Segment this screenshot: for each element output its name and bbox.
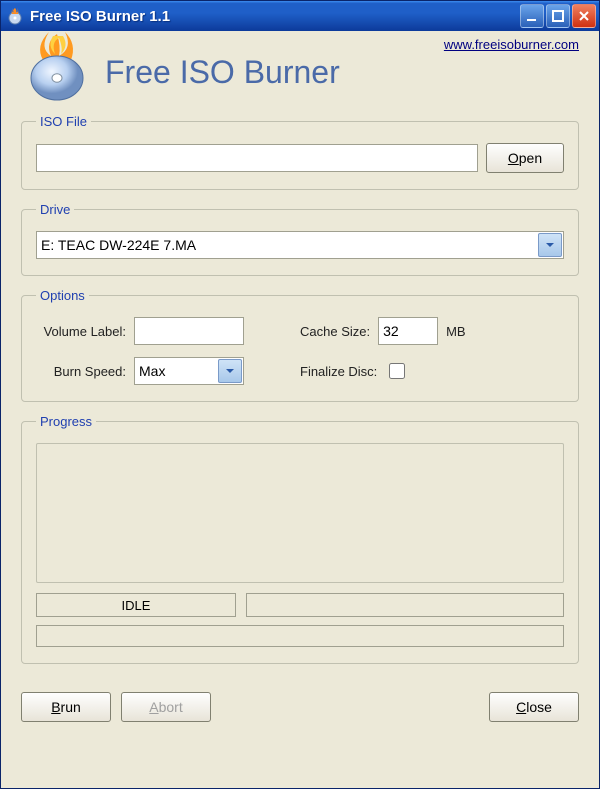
app-window: Free ISO Burner 1.1 www.freeisoburner.co… [0,0,600,789]
drive-group: Drive E: TEAC DW-224E 7.MA [21,202,579,276]
progress-legend: Progress [36,414,96,429]
abort-button: Abort [121,692,211,722]
open-button[interactable]: Open [486,143,564,173]
options-legend: Options [36,288,89,303]
app-icon [6,7,24,25]
cache-size-input[interactable] [378,317,438,345]
finalize-disc-label: Finalize Disc: [300,364,377,379]
options-group: Options Volume Label: Cache Size: MB Bur… [21,288,579,402]
iso-file-legend: ISO File [36,114,91,129]
cache-size-unit: MB [446,324,466,339]
maximize-button[interactable] [546,4,570,28]
website-link[interactable]: www.freeisoburner.com [444,37,579,52]
close-button[interactable]: Close [489,692,579,722]
status-box: IDLE [36,593,236,617]
volume-label-input[interactable] [134,317,244,345]
burn-button[interactable]: Brun [21,692,111,722]
burn-speed-select[interactable]: Max [134,357,244,385]
progress-log [36,443,564,583]
app-logo-icon [21,30,93,102]
cache-size-label: Cache Size: [300,324,370,339]
progress-group: Progress IDLE [21,414,579,664]
titlebar[interactable]: Free ISO Burner 1.1 [1,1,599,31]
footer: Brun Abort Close [1,692,599,722]
iso-file-input[interactable] [36,144,478,172]
finalize-disc-checkbox[interactable] [389,363,405,379]
drive-select[interactable]: E: TEAC DW-224E 7.MA [36,231,564,259]
status-box-right [246,593,564,617]
progress-bar [36,625,564,647]
iso-file-group: ISO File Open [21,114,579,190]
window-title: Free ISO Burner 1.1 [30,8,518,25]
app-title: Free ISO Burner [105,54,340,91]
minimize-button[interactable] [520,4,544,28]
volume-label-label: Volume Label: [36,324,126,339]
close-window-button[interactable] [572,4,596,28]
burn-speed-label: Burn Speed: [36,364,126,379]
drive-legend: Drive [36,202,74,217]
content-area: www.freeisoburner.com [1,31,599,692]
